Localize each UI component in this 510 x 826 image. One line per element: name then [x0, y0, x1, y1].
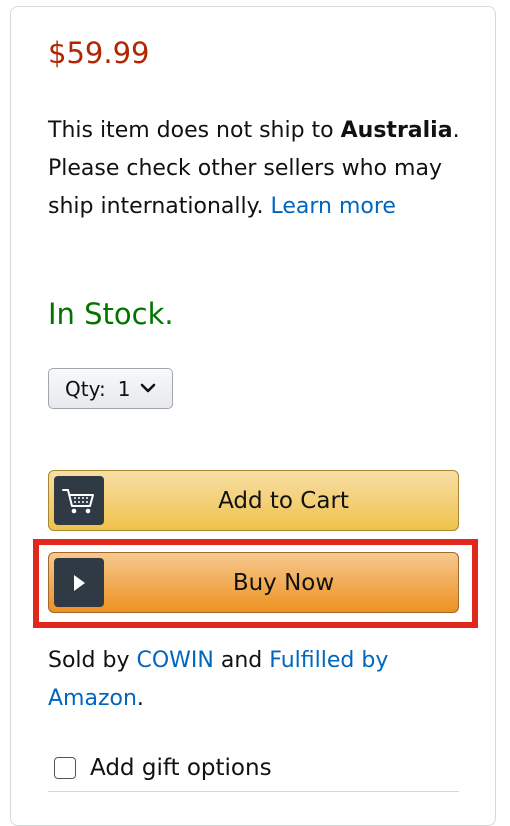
quantity-label: Qty: — [65, 376, 106, 401]
shopping-cart-icon — [54, 476, 104, 525]
price: $59.99 — [48, 36, 150, 70]
quantity-dropdown[interactable]: Qty: 1 — [48, 368, 173, 409]
sold-by-text: Sold by COWIN and Fulfilled by Amazon. — [48, 642, 468, 718]
gift-options-checkbox[interactable] — [54, 757, 76, 779]
quantity-value: 1 — [117, 376, 131, 401]
learn-more-link[interactable]: Learn more — [271, 194, 396, 219]
shipping-country: Australia — [340, 118, 453, 143]
shipping-text-before: This item does not ship to — [48, 118, 341, 143]
sold-by-suffix: . — [136, 686, 144, 711]
sold-by-middle: and — [213, 648, 270, 673]
stock-status: In Stock. — [48, 297, 174, 331]
divider — [48, 791, 459, 792]
chevron-down-icon — [140, 383, 156, 394]
shipping-message: This item does not ship to Australia. Pl… — [48, 112, 468, 226]
sold-by-prefix: Sold by — [48, 648, 137, 673]
gift-options-label: Add gift options — [90, 755, 272, 781]
add-to-cart-button[interactable]: Add to Cart — [48, 470, 459, 531]
highlight-box — [33, 539, 478, 628]
gift-options-row[interactable]: Add gift options — [54, 755, 272, 781]
add-to-cart-label: Add to Cart — [218, 487, 349, 514]
seller-link[interactable]: COWIN — [136, 648, 213, 673]
